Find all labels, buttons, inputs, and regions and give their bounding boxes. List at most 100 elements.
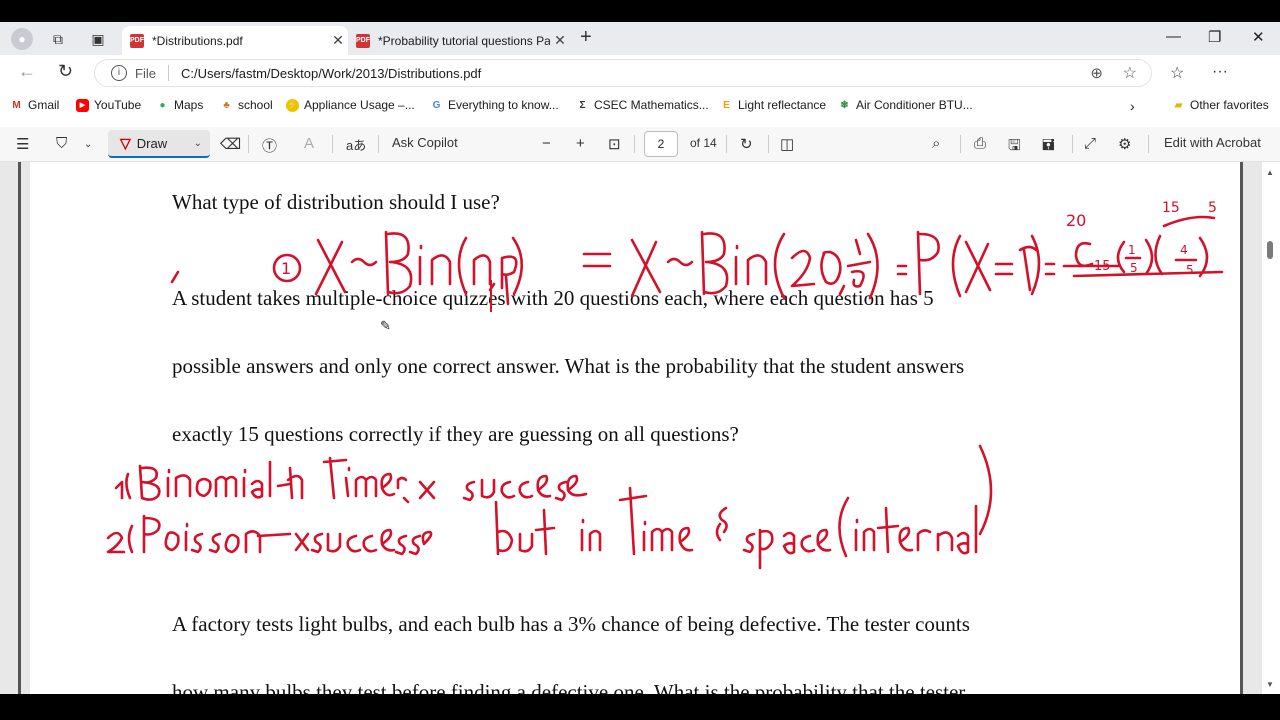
svg-text:5: 5 bbox=[1186, 263, 1194, 277]
rotate-icon[interactable]: ↻ bbox=[740, 135, 753, 153]
chevron-down-icon[interactable]: ⌄ bbox=[194, 138, 202, 149]
address-bar[interactable]: i File C:/Users/fastm/Desktop/Work/2013/… bbox=[94, 59, 1152, 87]
workspaces-icon[interactable]: ⧉ bbox=[44, 27, 72, 51]
favorite-label: Appliance Usage –... bbox=[304, 98, 415, 112]
new-tab-icon[interactable]: + bbox=[580, 26, 592, 49]
tab-probability-tutorial[interactable]: PDF *Probability tutorial questions Par … bbox=[348, 26, 570, 55]
profile-button[interactable]: ● bbox=[8, 27, 36, 51]
favorite-label: Gmail bbox=[28, 98, 60, 112]
e-icon: E bbox=[723, 99, 730, 111]
zoom-out-icon[interactable]: − bbox=[542, 135, 551, 152]
divider bbox=[960, 135, 961, 153]
favorite-label: school bbox=[238, 98, 273, 112]
divider bbox=[378, 135, 379, 153]
appliance-icon: ⚡ bbox=[286, 98, 299, 112]
tab-actions-icon[interactable]: ▣ bbox=[84, 27, 112, 51]
favorites-icon[interactable]: ☆ bbox=[1170, 63, 1184, 83]
sigma-icon: Σ bbox=[579, 99, 586, 111]
add-text-icon[interactable]: Ⓣ bbox=[262, 135, 277, 156]
school-icon: ♣ bbox=[223, 99, 230, 111]
page-total: of 14 bbox=[690, 136, 717, 150]
tab-title: *Distributions.pdf bbox=[152, 33, 243, 48]
save-icon[interactable]: 🖫 bbox=[1008, 135, 1021, 160]
divider bbox=[634, 135, 635, 153]
youtube-icon: ▶ bbox=[76, 98, 89, 112]
favorite-csec[interactable]: Σ CSEC Mathematics... bbox=[576, 98, 708, 112]
zoom-icon[interactable]: ⊕ bbox=[1090, 64, 1103, 82]
profile-avatar-icon: ● bbox=[11, 28, 33, 50]
document-viewport[interactable]: ▲ ▼ What type of distribution should I u… bbox=[0, 162, 1280, 694]
ac-icon: ❄ bbox=[840, 99, 849, 111]
pdf-toolbar: ☰ ⛉ ⌄ ▽ Draw ⌄ ⌫ Ⓣ A aあ Ask Copilot − + … bbox=[0, 127, 1280, 162]
close-tab-icon[interactable]: ✕ bbox=[550, 32, 570, 49]
favorite-ac[interactable]: ❄ Air Conditioner BTU... bbox=[838, 98, 973, 112]
svg-text:4: 4 bbox=[1180, 243, 1188, 257]
pen-cursor-icon: ✎ bbox=[380, 318, 391, 333]
svg-text:20: 20 bbox=[1066, 211, 1086, 230]
favorite-school[interactable]: ♣ school bbox=[220, 98, 273, 112]
favorite-label: Air Conditioner BTU... bbox=[856, 98, 973, 112]
favorite-star-icon[interactable]: ☆ bbox=[1123, 63, 1137, 83]
favorite-light[interactable]: E Light reflectance bbox=[720, 98, 826, 112]
url-text[interactable]: C:/Users/fastm/Desktop/Work/2013/Distrib… bbox=[181, 66, 481, 81]
fit-page-icon[interactable]: ⊡ bbox=[608, 135, 621, 153]
favorite-appliance[interactable]: ⚡ Appliance Usage –... bbox=[286, 98, 415, 112]
text-format-icon[interactable]: A bbox=[304, 135, 314, 152]
eraser-icon[interactable]: ⌫ bbox=[220, 135, 241, 153]
page-view-icon[interactable]: ◫ bbox=[780, 135, 794, 153]
copilot-icon[interactable] bbox=[1248, 62, 1270, 84]
read-aloud-icon[interactable]: aあ bbox=[346, 135, 366, 154]
annotation-line3 bbox=[106, 444, 993, 570]
annotation-line2 bbox=[114, 456, 588, 504]
favorite-label: YouTube bbox=[94, 98, 142, 112]
favorites-bar: M Gmail ▶ YouTube ● Maps ♣ school ⚡ Appliance… bbox=[0, 91, 1280, 121]
print-icon[interactable]: ⎙ bbox=[974, 135, 986, 152]
save-as-icon[interactable]: 🖬 bbox=[1042, 135, 1055, 160]
draw-label: Draw bbox=[136, 135, 168, 151]
ink-annotations: 1 20 15 1 5 15 4 5 5 bbox=[106, 200, 1224, 570]
favorite-everything[interactable]: G Everything to know... bbox=[430, 98, 559, 112]
tab-distributions[interactable]: PDF *Distributions.pdf ✕ bbox=[122, 26, 348, 55]
page-number-input[interactable]: 2 bbox=[644, 131, 678, 157]
favorites-overflow-icon[interactable]: › bbox=[1130, 98, 1135, 114]
other-favorites[interactable]: ▰ Other favorites bbox=[1172, 98, 1269, 112]
address-row: ← ↻ i File C:/Users/fastm/Desktop/Work/2… bbox=[0, 55, 1280, 91]
highlight-icon[interactable]: ⛉ bbox=[56, 135, 67, 152]
draw-button[interactable]: ▽ Draw ⌄ bbox=[108, 130, 210, 158]
svg-text:1: 1 bbox=[1128, 243, 1136, 257]
settings-gear-icon[interactable]: ⚙ bbox=[1118, 135, 1131, 153]
chevron-down-icon[interactable]: ⌄ bbox=[84, 139, 92, 150]
pdf-icon: PDF bbox=[130, 33, 144, 48]
favorite-gmail[interactable]: M Gmail bbox=[10, 98, 59, 112]
divider bbox=[726, 135, 727, 153]
close-window-icon[interactable]: ✕ bbox=[1252, 28, 1265, 46]
ask-copilot-button[interactable]: Ask Copilot bbox=[392, 135, 458, 150]
restore-icon[interactable]: ❐ bbox=[1208, 28, 1221, 46]
fullscreen-icon[interactable]: ⤢ bbox=[1084, 135, 1096, 152]
annotation-line1: 1 20 15 1 5 15 4 5 5 bbox=[170, 200, 1224, 306]
gmail-icon: M bbox=[12, 99, 21, 111]
favorite-maps[interactable]: ● Maps bbox=[156, 98, 203, 112]
favorite-youtube[interactable]: ▶ YouTube bbox=[76, 98, 141, 112]
svg-text:5: 5 bbox=[1130, 261, 1138, 275]
back-icon[interactable]: ← bbox=[18, 61, 36, 82]
favorite-label: Maps bbox=[174, 98, 204, 112]
edit-with-acrobat-button[interactable]: Edit with Acrobat bbox=[1164, 135, 1261, 150]
divider bbox=[167, 65, 169, 81]
minimize-icon[interactable]: — bbox=[1166, 28, 1181, 45]
close-tab-icon[interactable]: ✕ bbox=[328, 32, 348, 49]
search-icon[interactable]: ⌕ bbox=[932, 135, 940, 152]
tab-title: *Probability tutorial questions Par bbox=[378, 33, 550, 48]
divider bbox=[248, 135, 249, 153]
favorite-label: Other favorites bbox=[1190, 98, 1269, 112]
favorite-label: Light reflectance bbox=[738, 98, 827, 112]
svg-text:1: 1 bbox=[281, 259, 291, 278]
browser-window: ● ⧉ ▣ PDF *Distributions.pdf ✕ PDF *Prob… bbox=[0, 22, 1280, 694]
zoom-in-icon[interactable]: + bbox=[576, 135, 585, 152]
more-menu-icon[interactable]: ··· bbox=[1212, 63, 1228, 81]
refresh-icon[interactable]: ↻ bbox=[58, 61, 73, 82]
folder-icon: ▰ bbox=[1174, 99, 1183, 111]
info-icon[interactable]: i bbox=[111, 65, 127, 81]
ink-stroke bbox=[490, 280, 492, 312]
contents-icon[interactable]: ☰ bbox=[16, 135, 29, 153]
